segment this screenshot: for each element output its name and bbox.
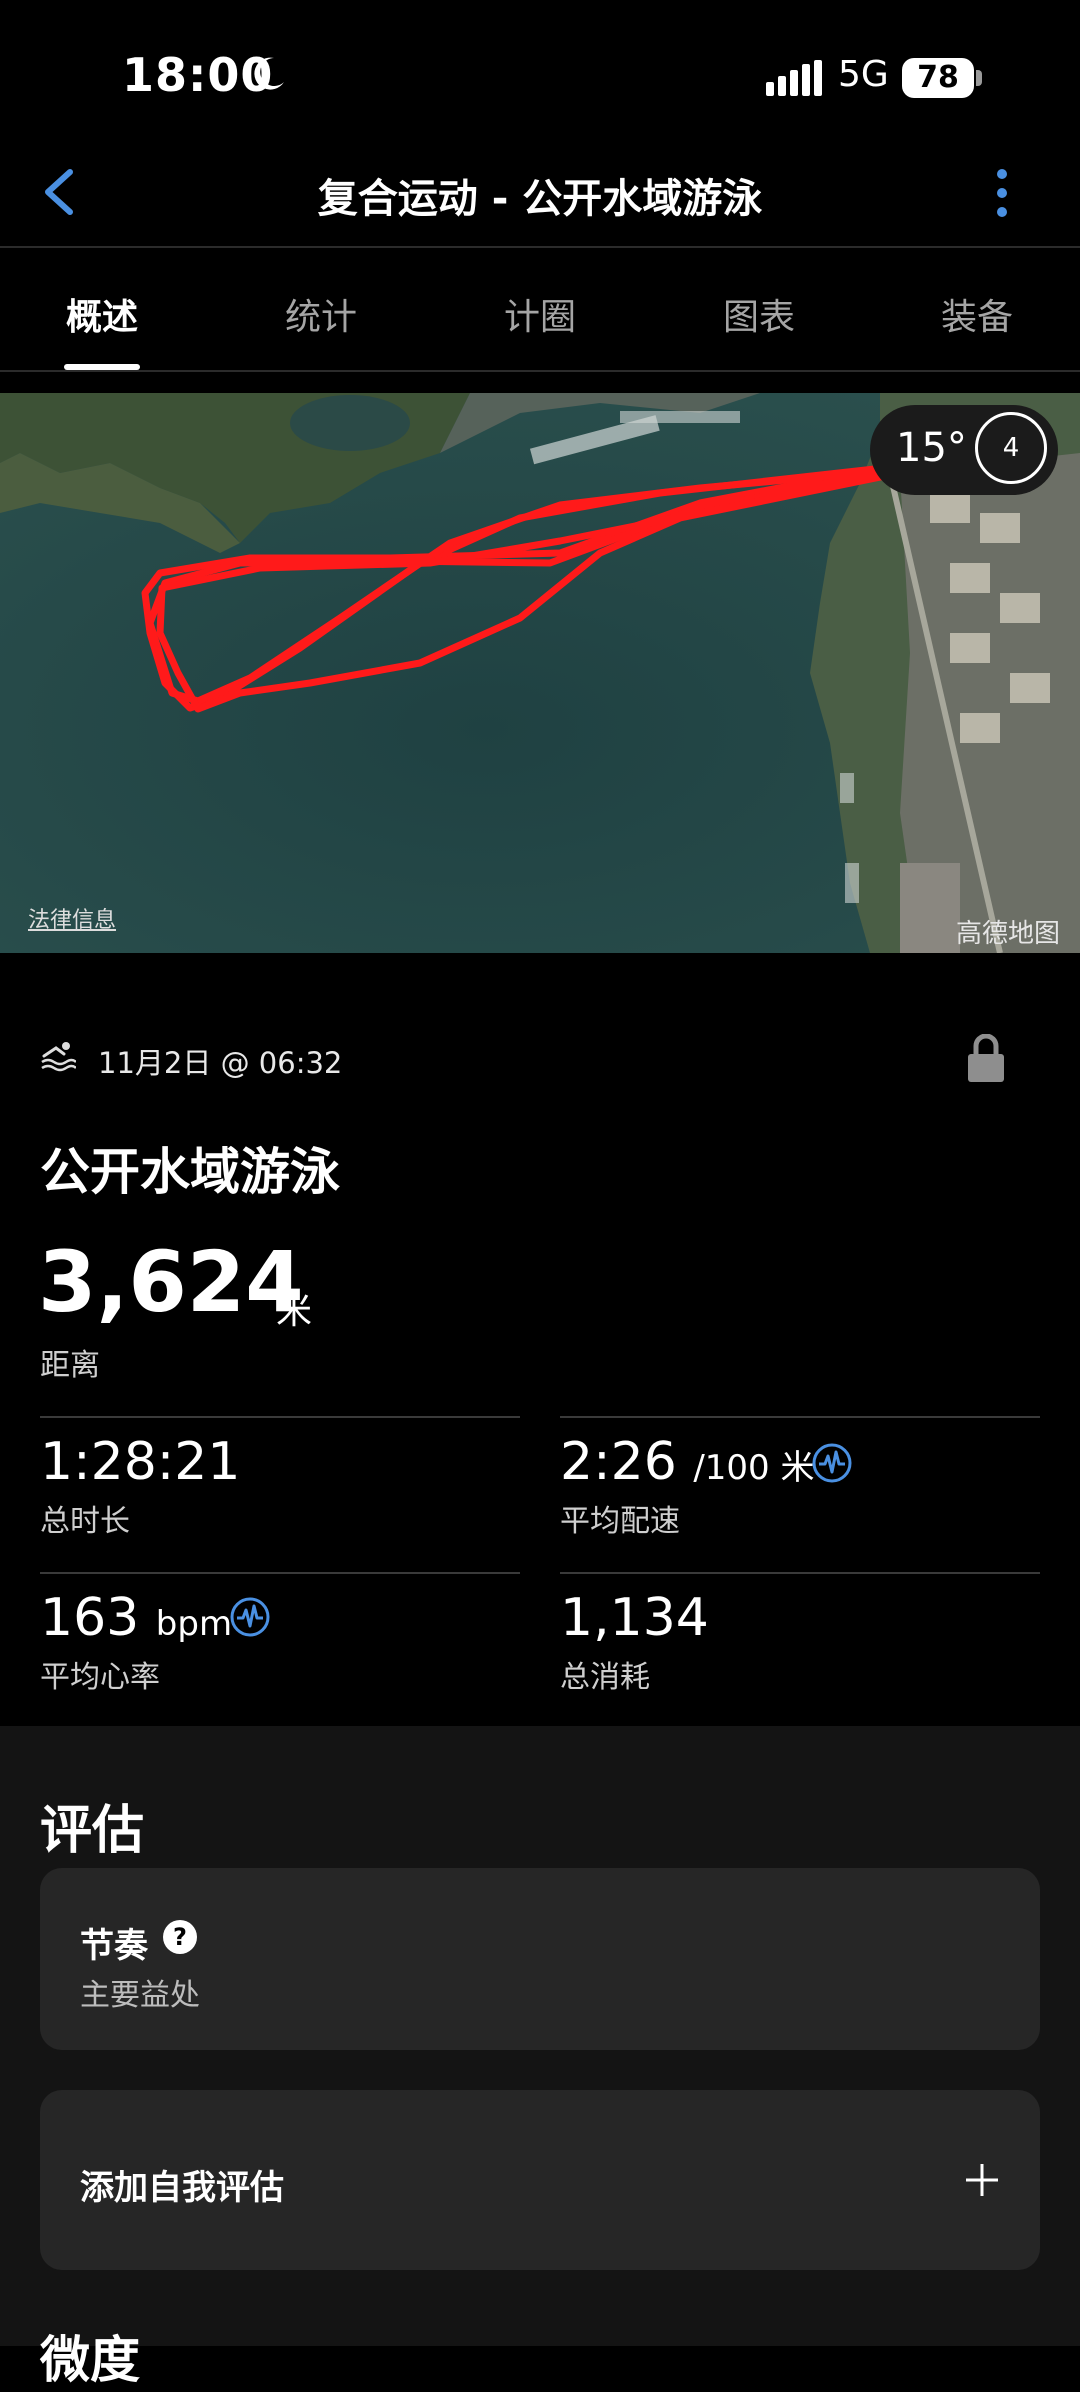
tab-laps[interactable]: 计圈: [504, 288, 576, 340]
tab-charts[interactable]: 图表: [723, 288, 795, 340]
distance-unit: 米: [276, 1291, 313, 1332]
distance-label: 距离: [40, 1348, 100, 1383]
avg-hr-value: 163 bpm: [40, 1592, 232, 1644]
network-type: 5G: [838, 54, 889, 95]
battery-icon: [976, 70, 982, 86]
total-time-value: 1:28:21: [40, 1432, 241, 1492]
evaluation-heading: 评估: [40, 1801, 145, 1861]
calories-label: 总消耗: [560, 1660, 650, 1695]
more-options-icon[interactable]: [992, 168, 1012, 218]
status-bar: 18:00 5G 78: [0, 0, 1080, 150]
stats-divider: [40, 1416, 520, 1418]
weather-temperature: 15°: [896, 425, 967, 471]
calories-value: 1,134: [560, 1588, 709, 1648]
activity-title: 公开水域游泳: [40, 1143, 340, 1201]
add-self-evaluation-label: 添加自我评估: [80, 2168, 284, 2208]
cellular-signal-icon: [766, 60, 822, 96]
rhythm-benefit: 主要益处: [80, 1978, 200, 2013]
battery-level: 78: [902, 58, 974, 98]
avg-pace-label: 平均配速: [560, 1504, 680, 1539]
avg-hr-label: 平均心率: [40, 1660, 160, 1695]
avg-hr-number: 163: [40, 1588, 140, 1648]
tabs-divider: [0, 370, 1080, 372]
map-provider-logo: 高德地图: [956, 919, 1061, 949]
page-title: 复合运动 - 公开水域游泳: [317, 176, 763, 222]
pulse-icon[interactable]: [229, 1596, 271, 1638]
moon-icon: [254, 57, 284, 90]
wind-speed: 4: [1002, 433, 1020, 463]
avg-hr-unit: bpm: [155, 1604, 233, 1644]
next-section-heading: 微度: [40, 2331, 140, 2389]
total-time-label: 总时长: [40, 1504, 130, 1539]
avg-pace-unit: /100 米: [693, 1448, 815, 1488]
lock-icon[interactable]: [966, 1034, 1006, 1082]
legal-info-link[interactable]: 法律信息: [28, 902, 116, 934]
activity-date: 11月2日 @ 06:32: [98, 1046, 343, 1080]
tab-gear[interactable]: 装备: [941, 288, 1013, 340]
tab-overview[interactable]: 概述: [66, 288, 138, 340]
pulse-icon[interactable]: [811, 1442, 853, 1484]
distance-value: 3,624: [38, 1233, 304, 1331]
avg-pace-number: 2:26: [560, 1432, 677, 1492]
wind-speed-icon: 4: [975, 412, 1047, 484]
help-icon[interactable]: ?: [163, 1920, 197, 1954]
stats-divider: [40, 1572, 520, 1574]
rhythm-title: 节奏: [80, 1926, 148, 1966]
stats-divider: [560, 1416, 1040, 1418]
tab-stats[interactable]: 统计: [285, 288, 357, 340]
stats-divider: [560, 1572, 1040, 1574]
swimming-icon: [41, 1042, 76, 1072]
header-divider: [0, 246, 1080, 248]
avg-pace-value: 2:26 /100 米: [560, 1436, 814, 1488]
rhythm-card[interactable]: [40, 1868, 1040, 2050]
plus-icon[interactable]: [963, 2161, 1001, 2199]
